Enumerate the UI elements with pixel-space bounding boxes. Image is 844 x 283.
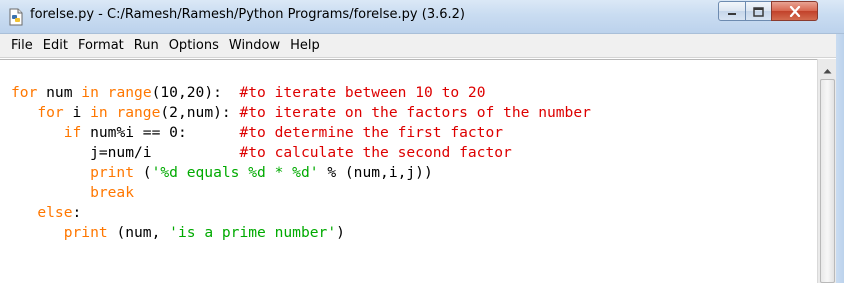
code-token: ( — [134, 164, 152, 181]
code-token: i — [63, 104, 91, 121]
menu-help[interactable]: Help — [285, 35, 325, 57]
code-keyword: break — [90, 184, 135, 201]
code-token: (num, — [107, 224, 170, 241]
code-token: (2,num): — [160, 104, 240, 121]
code-line[interactable]: else: — [11, 203, 591, 223]
scroll-thumb[interactable] — [820, 79, 835, 283]
menu-edit[interactable]: Edit — [38, 35, 73, 57]
code-token: num%i == 0: — [81, 124, 240, 141]
code-keyword: for — [37, 104, 64, 121]
code-text[interactable]: for num in range(10,20): #to iterate bet… — [11, 83, 591, 243]
menu-run[interactable]: Run — [129, 35, 164, 57]
menu-file[interactable]: File — [6, 35, 38, 57]
minimize-icon — [727, 2, 737, 21]
close-button[interactable] — [771, 1, 818, 21]
code-line[interactable]: for num in range(10,20): #to iterate bet… — [11, 83, 591, 103]
menu-window[interactable]: Window — [224, 35, 285, 57]
window-frame-edge — [836, 34, 844, 283]
menu-format[interactable]: Format — [73, 35, 129, 57]
code-line[interactable]: print ('%d equals %d * %d' % (num,i,j)) — [11, 163, 591, 183]
code-token: (10,20): — [151, 84, 240, 101]
menu-bar: File Edit Format Run Options Window Help — [0, 34, 844, 58]
code-token: num — [37, 84, 82, 101]
python-file-icon[interactable] — [7, 8, 25, 26]
code-line[interactable]: break — [11, 183, 591, 203]
code-keyword: print — [90, 164, 135, 181]
code-comment: #to calculate the second factor — [239, 144, 512, 161]
menu-options[interactable]: Options — [164, 35, 224, 57]
code-string: 'is a prime number' — [169, 224, 337, 241]
code-token: j=num/i — [11, 144, 240, 161]
code-keyword: if — [63, 124, 82, 141]
maximize-button[interactable] — [745, 1, 772, 21]
code-token: ) — [336, 224, 345, 241]
code-line[interactable]: if num%i == 0: #to determine the first f… — [11, 123, 591, 143]
close-icon — [789, 2, 801, 21]
code-token: : — [72, 204, 82, 221]
code-comment: #to iterate between 10 to 20 — [239, 84, 486, 101]
code-keyword: in — [81, 84, 99, 101]
chevron-up-icon — [823, 59, 832, 78]
code-comment: #to determine the first factor — [239, 124, 504, 141]
title-bar[interactable]: forelse.py - C:/Ramesh/Ramesh/Python Pro… — [0, 0, 844, 34]
code-line[interactable]: print (num, 'is a prime number') — [11, 223, 591, 243]
code-editor[interactable]: for num in range(10,20): #to iterate bet… — [0, 59, 817, 283]
code-keyword: for — [11, 84, 38, 101]
code-keyword: print — [63, 224, 108, 241]
maximize-icon — [753, 2, 764, 21]
code-token: % (num,i,j)) — [318, 164, 433, 181]
scroll-up-button[interactable] — [819, 60, 835, 77]
vertical-scrollbar[interactable] — [817, 59, 836, 283]
code-keyword: in — [90, 104, 108, 121]
code-comment: #to iterate on the factors of the number — [239, 104, 591, 121]
code-string: '%d equals %d * %d' — [151, 164, 319, 181]
code-line[interactable]: j=num/i #to calculate the second factor — [11, 143, 591, 163]
code-line[interactable]: for i in range(2,num): #to iterate on th… — [11, 103, 591, 123]
window-title: forelse.py - C:/Ramesh/Ramesh/Python Pro… — [30, 7, 465, 22]
code-keyword: range — [107, 84, 152, 101]
minimize-button[interactable] — [718, 1, 746, 21]
code-keyword: range — [116, 104, 161, 121]
code-keyword: else — [37, 204, 73, 221]
